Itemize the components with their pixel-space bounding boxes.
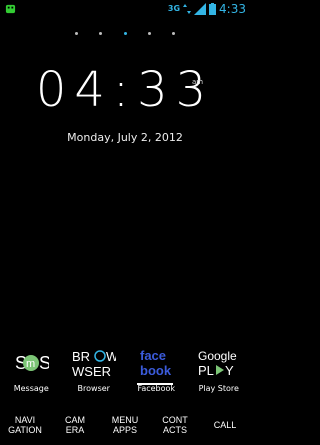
page-dot — [147, 32, 151, 35]
app-facebook[interactable]: face book Facebook — [125, 348, 188, 393]
hotseat-label: GATION — [8, 425, 42, 435]
status-clock: 4:33 — [219, 2, 246, 16]
hotseat-call[interactable]: CALL — [200, 405, 250, 445]
page-dot — [171, 32, 175, 35]
svg-text:m: m — [26, 358, 35, 370]
svg-text:PL: PL — [198, 363, 214, 378]
svg-text:BR: BR — [72, 349, 90, 364]
hotseat-label: CONT — [162, 415, 188, 425]
app-label: Message — [13, 384, 49, 393]
signal-icon — [194, 3, 207, 15]
page-dot — [75, 32, 79, 35]
hotseat-label: MENU — [111, 415, 139, 425]
svg-text:book: book — [140, 363, 172, 378]
network-type: 3G — [167, 4, 181, 13]
page-dot-active — [123, 32, 127, 35]
browser-icon: BR W WSER — [72, 349, 116, 378]
hotseat: NAVI GATION CAM ERA MENU APPS CONT ACTS … — [0, 405, 250, 445]
app-label: Facebook — [137, 384, 176, 393]
svg-text:Y: Y — [225, 363, 234, 378]
app-play-store[interactable]: Google PL Y Play Store — [188, 348, 251, 393]
page-dot — [99, 32, 103, 35]
clock-widget[interactable]: 04:33 — [0, 62, 250, 118]
svg-text:Google: Google — [198, 349, 237, 363]
page-indicator — [0, 20, 250, 39]
hotseat-camera[interactable]: CAM ERA — [50, 405, 100, 445]
svg-text:WSER: WSER — [72, 364, 111, 378]
svg-text:W: W — [106, 349, 116, 364]
status-bar: 3G 4:33 — [0, 0, 250, 18]
status-indicators: 3G 4:33 — [168, 1, 246, 17]
hotseat-contacts[interactable]: CONT ACTS — [150, 405, 200, 445]
hotseat-menu-apps[interactable]: MENU APPS — [100, 405, 150, 445]
google-play-icon: Google PL Y — [198, 349, 237, 378]
svg-text:face: face — [140, 348, 166, 363]
android-icon — [5, 4, 16, 14]
data-arrows-icon — [183, 4, 192, 14]
app-label: Browser — [77, 384, 110, 393]
app-divider — [137, 383, 173, 385]
svg-text:S: S — [39, 353, 49, 373]
app-row: S m S Message BR W WSER Browser face boo… — [0, 348, 250, 393]
hotseat-label: ERA — [65, 425, 85, 435]
app-label: Play Store — [198, 384, 239, 393]
sms-icon: S m S — [15, 353, 49, 373]
facebook-icon: face book — [140, 348, 172, 378]
hotseat-label: APPS — [112, 425, 137, 435]
battery-icon — [209, 3, 217, 15]
hotseat-label: NAVI — [14, 415, 36, 425]
app-browser[interactable]: BR W WSER Browser — [63, 348, 126, 393]
clock-date: Monday, July 2, 2012 — [67, 131, 183, 144]
hotseat-label: ACTS — [162, 425, 187, 435]
hotseat-label: CALL — [213, 420, 237, 430]
hotseat-navigation[interactable]: NAVI GATION — [0, 405, 50, 445]
clock-ampm: am — [192, 78, 204, 86]
app-message[interactable]: S m S Message — [0, 348, 63, 393]
clock-time: 04:33 — [35, 62, 215, 118]
hotseat-label: CAM — [65, 415, 85, 425]
